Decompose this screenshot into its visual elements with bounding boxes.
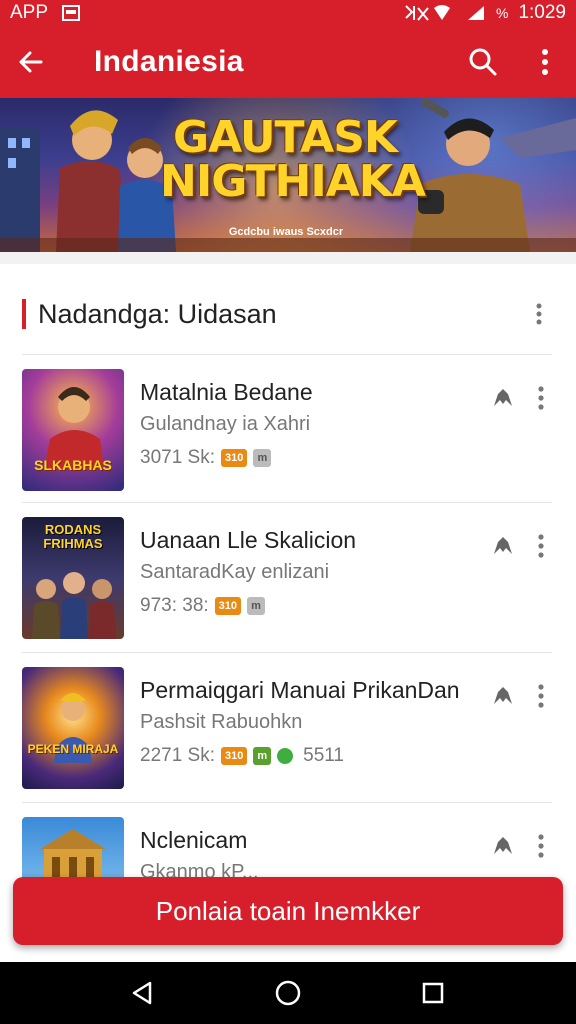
thumbnail-text: SLKABHAS bbox=[34, 457, 112, 473]
back-button[interactable] bbox=[0, 26, 62, 98]
section-accent-bar bbox=[22, 299, 26, 329]
primary-action-button[interactable]: Ponlaia toain Inemkker bbox=[13, 877, 563, 945]
rating-tag: 310 bbox=[221, 747, 248, 765]
nav-back-button[interactable] bbox=[113, 963, 173, 1023]
list-item[interactable]: PEKEN MIRAJA Permaiqgari Manuai PrikanDa… bbox=[22, 652, 552, 802]
overflow-menu-button[interactable] bbox=[514, 26, 576, 98]
item-meta: 2271 Sk: 310 m 5511 bbox=[140, 745, 344, 767]
item-title: Permaiqgari Manuai PrikanDan bbox=[140, 677, 460, 703]
item-subtitle: Pashsit Rabuohkn bbox=[140, 711, 303, 733]
banner-subtitle: Gcdcbu iwaus Scxdcr bbox=[228, 226, 344, 238]
pin-icon bbox=[494, 687, 512, 704]
item-thumbnail: RODANS FRIHMAS bbox=[22, 517, 124, 639]
more-vert-icon bbox=[538, 386, 544, 410]
item-more-button[interactable] bbox=[528, 829, 554, 863]
content-card: Nadandga: Uidasan SLKABHAS Matalnia Beda… bbox=[0, 264, 576, 964]
pin-button[interactable] bbox=[488, 531, 518, 561]
type-tag: m bbox=[247, 597, 266, 615]
nav-home-button[interactable] bbox=[258, 963, 318, 1023]
app-screen: APP % 1:029 Indaniesia GAUTASK NIGTHIAKA… bbox=[0, 0, 576, 1024]
item-meta-text: 973: 38: bbox=[140, 595, 209, 616]
section-more-button[interactable] bbox=[526, 294, 552, 334]
page-title: Indaniesia bbox=[94, 45, 244, 78]
section-header: Nadandga: Uidasan bbox=[22, 294, 552, 334]
status-time: 1:029 bbox=[518, 2, 566, 23]
thumbnail-text: RODANS FRIHMAS bbox=[43, 522, 103, 551]
pin-icon bbox=[494, 537, 512, 554]
item-subtitle: SantaradKay enlizani bbox=[140, 561, 330, 583]
battery-icon: % bbox=[496, 5, 509, 21]
thumbnail-text: PEKEN MIRAJA bbox=[27, 742, 119, 756]
banner-title: GAUTASK NIGTHIAKA bbox=[160, 112, 426, 207]
nav-back-icon bbox=[132, 981, 151, 1005]
rating-tag: 310 bbox=[214, 597, 242, 615]
status-bar: APP % 1:029 bbox=[0, 0, 576, 26]
system-nav-bar bbox=[0, 962, 576, 1024]
item-subtitle: Gulandnay ia Xahri bbox=[140, 413, 311, 435]
item-meta: 973: 38: 310 m bbox=[140, 595, 266, 617]
app-bar: Indaniesia bbox=[0, 26, 576, 98]
more-vert-icon bbox=[538, 684, 544, 708]
nav-home-icon bbox=[275, 980, 301, 1006]
type-tag: m bbox=[253, 449, 272, 467]
more-vert-icon bbox=[538, 534, 544, 558]
pin-icon bbox=[494, 389, 512, 406]
search-icon bbox=[469, 48, 497, 76]
back-arrow-icon bbox=[19, 51, 43, 73]
signal-icon bbox=[405, 5, 450, 21]
pin-button[interactable] bbox=[488, 681, 518, 711]
item-thumbnail: PEKEN MIRAJA bbox=[22, 667, 124, 789]
notification-icon bbox=[62, 5, 81, 21]
item-title: Matalnia Bedane bbox=[140, 379, 313, 405]
nav-recents-icon bbox=[423, 982, 444, 1004]
item-more-button[interactable] bbox=[528, 381, 554, 415]
status-right: % 1:029 bbox=[404, 2, 566, 24]
pin-button[interactable] bbox=[488, 831, 518, 861]
item-more-button[interactable] bbox=[528, 679, 554, 713]
more-vert-icon bbox=[536, 303, 542, 325]
pin-button[interactable] bbox=[488, 383, 518, 413]
item-title: Uanaan Lle Skalicion bbox=[140, 527, 357, 553]
app-bar-actions bbox=[452, 26, 576, 98]
item-meta-text: 3071 Sk: bbox=[140, 447, 215, 468]
pin-icon bbox=[494, 837, 512, 854]
status-left: APP bbox=[10, 2, 81, 24]
nav-recents-button[interactable] bbox=[403, 963, 463, 1023]
item-more-button[interactable] bbox=[528, 529, 554, 563]
item-title: Nclenicam bbox=[140, 827, 248, 853]
cell-signal-icon bbox=[468, 6, 484, 20]
search-button[interactable] bbox=[452, 26, 514, 98]
promo-banner[interactable]: GAUTASK NIGTHIAKA Gcdcbu iwaus Scxdcr bbox=[0, 98, 576, 252]
more-vert-icon bbox=[542, 49, 548, 75]
section-title: Nadandga: Uidasan bbox=[38, 298, 277, 329]
list-item[interactable]: RODANS FRIHMAS Uanaan Lle Skalicion Sant… bbox=[22, 502, 552, 652]
rating-tag: 310 bbox=[221, 449, 248, 467]
item-meta: 3071 Sk: 310 m bbox=[140, 447, 272, 469]
list-item[interactable]: SLKABHAS Matalnia Bedane Gulandnay ia Xa… bbox=[22, 354, 552, 504]
item-meta-text: 2271 Sk: bbox=[140, 745, 215, 766]
type-tag: m bbox=[253, 747, 272, 765]
thumbnail-art bbox=[54, 693, 92, 763]
more-vert-icon bbox=[538, 834, 544, 858]
status-app-label: APP bbox=[10, 2, 49, 23]
status-dot-icon bbox=[277, 748, 294, 764]
item-extra-text: 5511 bbox=[303, 745, 344, 766]
item-thumbnail: SLKABHAS bbox=[22, 369, 124, 491]
